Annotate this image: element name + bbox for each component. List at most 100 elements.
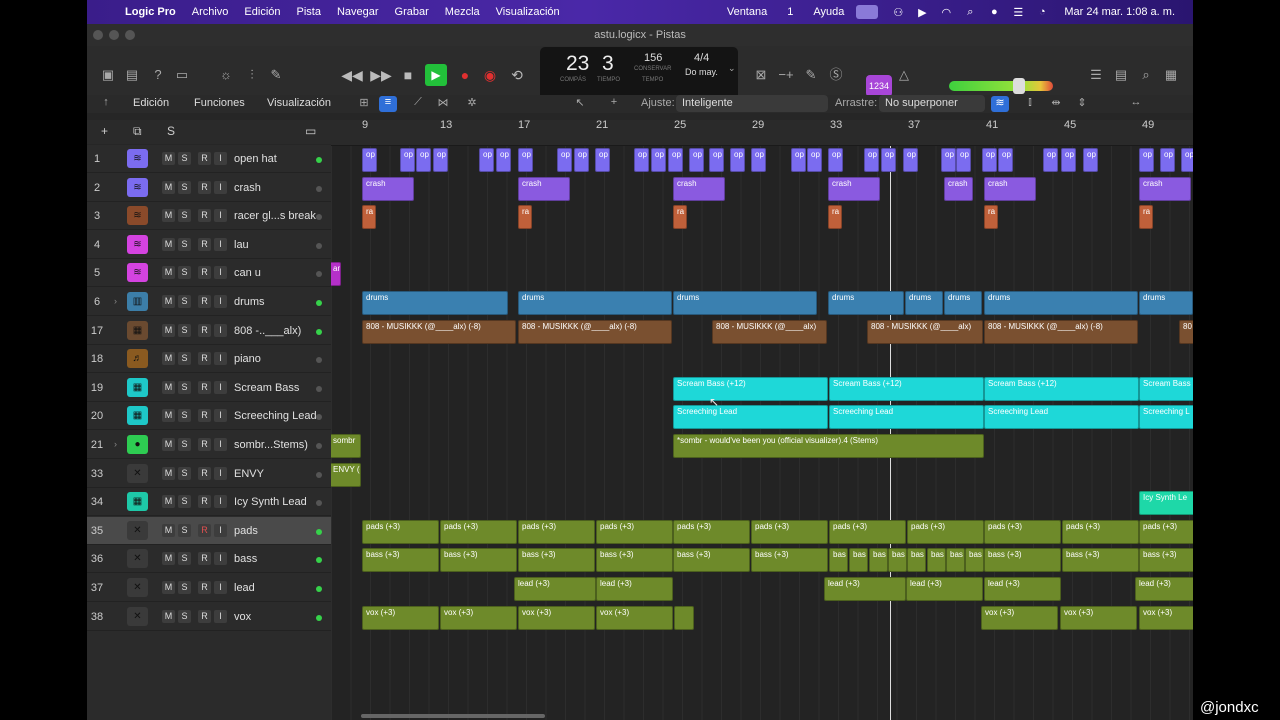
input-monitor-button[interactable]: I xyxy=(214,409,227,423)
record-enable-button[interactable]: R xyxy=(198,581,211,594)
solo-button[interactable]: S xyxy=(178,180,191,194)
region-808[interactable]: 808 - MUSIKKK (@____alx) (-8) xyxy=(518,319,672,344)
input-monitor-button[interactable]: I xyxy=(214,295,227,308)
track-name[interactable]: ENVY xyxy=(234,468,264,480)
region-racer[interactable]: ra xyxy=(518,205,532,230)
region-lead[interactable]: lead (+3) xyxy=(1135,577,1193,601)
input-monitor-button[interactable]: I xyxy=(214,266,227,280)
menu-visualizacion[interactable]: Visualización xyxy=(488,6,568,18)
region-open-hat[interactable]: op xyxy=(433,148,448,172)
track-options-icon[interactable]: ▭ xyxy=(305,124,316,138)
playhead[interactable] xyxy=(890,146,891,720)
region-drums[interactable]: drums xyxy=(984,291,1138,315)
track-header[interactable]: 3 ≋ M S R Iracer gl...s break xyxy=(87,202,331,231)
track-header[interactable]: 21 › ● M S R Isombr...Stems) xyxy=(87,431,331,459)
record-enable-button[interactable]: R xyxy=(198,266,211,280)
solo-button[interactable]: S xyxy=(178,352,191,366)
browsers-icon[interactable]: ▦ xyxy=(1162,66,1180,84)
list-view-icon[interactable]: ≡ xyxy=(379,96,397,112)
region-sombr[interactable]: sombr xyxy=(331,434,361,458)
record-enable-button[interactable]: R xyxy=(198,466,211,480)
region-lead[interactable]: lead (+3) xyxy=(596,577,673,601)
region-open-hat[interactable]: op xyxy=(1139,148,1154,172)
region-vox[interactable]: vox (+3) xyxy=(596,605,673,630)
menu-edicion[interactable]: Edición xyxy=(236,6,288,18)
record-enable-button[interactable]: R xyxy=(198,295,211,308)
region-screeching-lead[interactable]: Screeching L xyxy=(1139,405,1193,430)
solo-button[interactable]: S xyxy=(178,237,191,251)
region-open-hat[interactable]: op xyxy=(791,148,806,172)
menu-archivo[interactable]: Archivo xyxy=(184,6,237,18)
region-pads[interactable]: pads (+3) xyxy=(1062,519,1139,544)
track-name[interactable]: piano xyxy=(234,353,261,365)
solo-button[interactable]: S xyxy=(178,323,191,337)
track-name[interactable]: open hat xyxy=(234,153,277,165)
solo-button[interactable]: S xyxy=(178,581,191,594)
disclosure-triangle-icon[interactable]: › xyxy=(114,439,117,449)
solo-button[interactable]: S xyxy=(178,438,191,451)
region-lead[interactable]: lead (+3) xyxy=(514,577,596,601)
mute-button[interactable]: M xyxy=(162,295,175,308)
region-open-hat[interactable]: op xyxy=(807,148,822,172)
region-lead[interactable]: lead (+3) xyxy=(984,577,1061,601)
close-button[interactable] xyxy=(93,30,103,40)
region-vox[interactable]: vox (+3) xyxy=(981,605,1058,630)
menu-ventana[interactable]: Ventana xyxy=(719,6,775,18)
record-enable-button[interactable]: R xyxy=(198,237,211,251)
region-open-hat[interactable]: op xyxy=(982,148,997,172)
region-crash[interactable]: crash xyxy=(828,176,880,201)
track-header[interactable]: 33 ✕ M S R I ENVY xyxy=(87,460,331,488)
region-racer[interactable]: ra xyxy=(828,205,842,230)
menu-funciones[interactable]: Funciones xyxy=(194,97,245,109)
region-bass[interactable]: bas xyxy=(849,548,868,573)
region-scream-bass[interactable]: Scream Bass (+12) xyxy=(984,376,1139,401)
mute-button[interactable]: M xyxy=(162,209,175,223)
track-name[interactable]: racer gl...s break xyxy=(234,210,316,222)
fast-forward-button[interactable]: ▶▶ xyxy=(370,64,392,86)
flex-icon[interactable]: ⋈ xyxy=(434,96,452,112)
tuner-icon[interactable]: −+ xyxy=(777,66,795,84)
region-crash[interactable]: crash xyxy=(673,176,725,201)
master-volume-knob[interactable] xyxy=(1013,78,1025,94)
track-name[interactable]: pads xyxy=(234,525,258,537)
region-bass[interactable]: bass (+3) xyxy=(596,548,673,573)
add-track-button[interactable]: + xyxy=(101,124,108,138)
menu-pista[interactable]: Pista xyxy=(289,6,329,18)
region-scream-bass[interactable]: Scream Bass (+12) xyxy=(673,376,828,401)
region-open-hat[interactable]: op xyxy=(362,148,377,172)
control-center-icon[interactable]: ☰ xyxy=(1008,6,1028,19)
region-open-hat[interactable]: op xyxy=(881,148,896,172)
track-name[interactable]: Screeching Lead xyxy=(234,410,317,422)
record-enable-button[interactable]: R xyxy=(198,209,211,223)
input-monitor-button[interactable]: I xyxy=(214,609,227,623)
play-status-icon[interactable]: ▶ xyxy=(912,6,932,19)
record-enable-button[interactable]: R xyxy=(198,323,211,337)
track-name[interactable]: vox xyxy=(234,611,251,623)
track-header[interactable]: 18 ♬ M S R Ipiano xyxy=(87,345,331,374)
region-sombr-stems[interactable]: *sombr - would've been you (official vis… xyxy=(673,434,984,458)
region-lead[interactable]: lead (+3) xyxy=(906,577,983,601)
input-monitor-button[interactable]: I xyxy=(214,495,227,509)
region-open-hat[interactable]: op xyxy=(574,148,589,172)
mute-button[interactable]: M xyxy=(162,495,175,509)
mute-button[interactable]: M xyxy=(162,466,175,480)
solo-button[interactable]: S xyxy=(178,523,191,537)
region-pads[interactable]: pads (+3) xyxy=(673,519,750,544)
region-crash[interactable]: crash xyxy=(984,176,1036,201)
region-pads[interactable]: pads (+3) xyxy=(829,519,906,544)
global-tracks-button[interactable]: S xyxy=(167,124,175,138)
mute-button[interactable]: M xyxy=(162,409,175,423)
region-vox[interactable] xyxy=(674,605,694,630)
region-808[interactable]: 808 - MUSIKKK (@____alx) xyxy=(867,319,983,344)
vertical-zoom-icon[interactable]: ⇕ xyxy=(1073,96,1091,112)
record-enable-button[interactable]: R xyxy=(198,523,211,537)
mute-button[interactable]: M xyxy=(162,237,175,251)
region-screeching-lead[interactable]: Screeching Lead xyxy=(829,405,984,430)
region-open-hat[interactable]: op xyxy=(903,148,918,172)
record-enable-button[interactable]: R xyxy=(198,152,211,165)
region-bass[interactable]: bas xyxy=(927,548,946,573)
track-name[interactable]: crash xyxy=(234,182,261,194)
region-open-hat[interactable]: op xyxy=(709,148,724,172)
region-bass[interactable]: bas xyxy=(829,548,848,573)
track-header[interactable]: 38 ✕ M S R Ivox xyxy=(87,603,331,631)
